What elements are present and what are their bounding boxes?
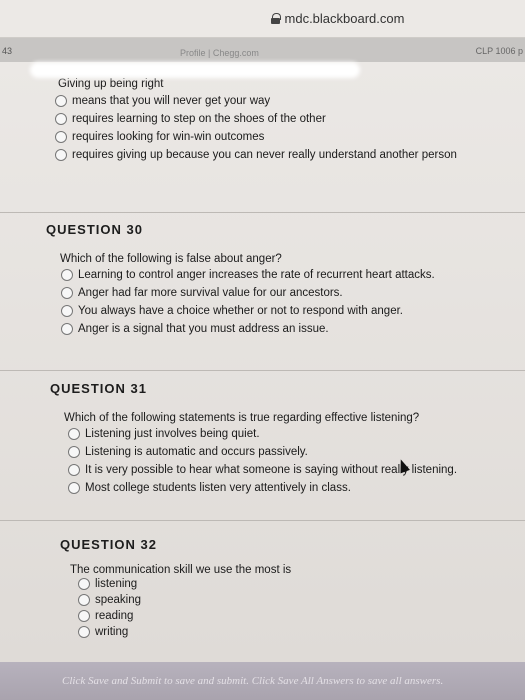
answer-option[interactable]: requires looking for win-win outcomes [55,128,525,146]
divider [0,212,525,213]
question-heading: QUESTION 32 [60,537,157,552]
radio-button[interactable] [78,626,90,638]
divider [0,370,525,371]
radio-button[interactable] [78,578,90,590]
answer-option[interactable]: reading [78,608,525,624]
answer-option[interactable]: Anger is a signal that you must address … [61,320,525,338]
tab-left-number: 43 [2,46,13,56]
question-heading: QUESTION 30 [46,222,143,237]
radio-button[interactable] [68,482,80,494]
question-30: QUESTION 30 Which of the following is fa… [0,222,525,338]
radio-button[interactable] [61,323,73,335]
answer-option[interactable]: requires giving up because you can never… [55,146,525,164]
browser-address-bar[interactable]: mdc.blackboard.com [0,0,525,38]
question-32: QUESTION 32 The communication skill we u… [0,537,525,640]
redacted-area [30,62,360,78]
answer-option[interactable]: listening [78,576,525,592]
radio-button[interactable] [61,287,73,299]
radio-button[interactable] [55,149,67,161]
radio-button[interactable] [55,95,67,107]
answer-option[interactable]: requires learning to step on the shoes o… [55,110,525,128]
radio-button[interactable] [68,464,80,476]
answer-option[interactable]: Listening just involves being quiet. [68,425,525,443]
radio-button[interactable] [78,610,90,622]
radio-button[interactable] [68,446,80,458]
tab-strip: 43 Profile | Chegg.com CLP 1006 p [0,38,525,62]
radio-button[interactable] [68,428,80,440]
radio-button[interactable] [55,113,67,125]
answer-option[interactable]: Most college students listen very attent… [68,479,525,497]
radio-button[interactable] [61,269,73,281]
answer-option[interactable]: Listening is automatic and occurs passiv… [68,443,525,461]
divider [0,520,525,521]
quiz-page: Giving up being right means that you wil… [0,62,525,700]
tab-chegg[interactable]: Profile | Chegg.com [180,48,259,58]
url-text: mdc.blackboard.com [284,11,405,26]
answer-option[interactable]: Anger had far more survival value for ou… [61,284,525,302]
question-prompt: The communication skill we use the most … [70,564,292,576]
radio-button[interactable] [78,594,90,606]
question-31: QUESTION 31 Which of the following state… [0,381,525,497]
question-prompt: Which of the following statements is tru… [64,412,420,424]
submit-instructions-bar: Click Save and Submit to save and submit… [0,662,525,700]
answer-option[interactable]: writing [78,624,525,640]
answer-option[interactable]: means that you will never get your way [55,92,525,110]
question-prompt: Giving up being right [58,78,164,90]
radio-button[interactable] [61,305,73,317]
answer-option[interactable]: It is very possible to hear what someone… [68,461,525,479]
lock-icon [270,13,281,24]
radio-button[interactable] [55,131,67,143]
answer-option[interactable]: speaking [78,592,525,608]
answer-option[interactable]: Learning to control anger increases the … [61,266,525,284]
submit-instructions-text: Click Save and Submit to save and submit… [62,675,444,687]
answer-option[interactable]: You always have a choice whether or not … [61,302,525,320]
question-29-continued: Giving up being right means that you wil… [0,78,525,164]
tab-course[interactable]: CLP 1006 p [476,46,523,56]
question-heading: QUESTION 31 [50,381,147,396]
question-prompt: Which of the following is false about an… [60,253,282,265]
